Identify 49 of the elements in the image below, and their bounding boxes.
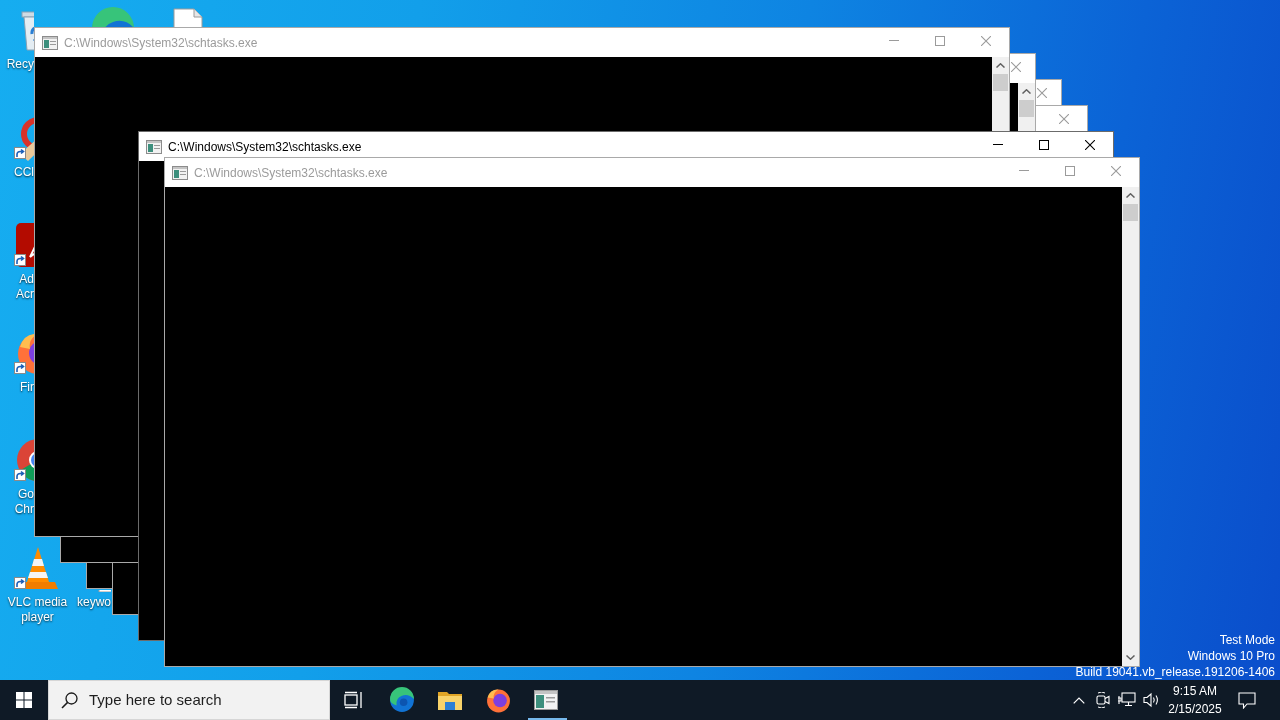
camera-icon[interactable] xyxy=(1096,692,1110,708)
desktop-icon-label[interactable]: Ad Acr xyxy=(0,272,34,303)
console-app-icon xyxy=(42,35,58,50)
scrollbar-thumb[interactable] xyxy=(993,74,1008,91)
system-notice-text: Windows 10 Pro xyxy=(1187,648,1275,664)
clock-button[interactable]: 9:15 AM 2/15/2025 xyxy=(1163,680,1227,720)
browser-icon xyxy=(389,687,415,713)
desktop-icon-label[interactable]: Go Chr xyxy=(0,487,34,518)
window-title: C:\Windows\System32\schtasks.exe xyxy=(194,165,388,180)
desktop-icon-label[interactable]: Fir xyxy=(0,379,34,395)
minimize-icon xyxy=(993,144,1003,145)
window-title: C:\Windows\System32\schtasks.exe xyxy=(64,35,258,50)
maximize-icon xyxy=(1039,139,1049,150)
network-icon[interactable] xyxy=(1118,692,1136,708)
desktop-icon-label[interactable]: VLC media player xyxy=(1,594,74,625)
minimize-icon xyxy=(889,40,899,41)
close-icon xyxy=(981,35,991,46)
close-icon xyxy=(1037,87,1047,98)
search-bar[interactable]: Type here to search xyxy=(48,680,330,720)
desktop-icon-label[interactable]: Recy xyxy=(0,57,34,72)
desktop-icon-label[interactable]: keywo xyxy=(75,594,111,610)
browser-icon xyxy=(485,687,511,713)
volume-icon[interactable] xyxy=(1142,692,1160,708)
scrollbar-thumb[interactable] xyxy=(1019,100,1034,117)
notification-icon[interactable] xyxy=(1238,691,1256,709)
close-icon xyxy=(1085,139,1095,150)
scrollbar-thumb[interactable] xyxy=(1123,204,1138,221)
console-app-icon xyxy=(172,165,188,180)
task-view-icon xyxy=(344,691,364,709)
chevron-up-icon[interactable] xyxy=(1073,696,1085,704)
system-notice-text: Test Mode xyxy=(1219,632,1275,648)
close-icon xyxy=(1059,113,1069,124)
close-icon xyxy=(1011,61,1021,72)
search-icon xyxy=(61,691,78,709)
console-app-icon xyxy=(534,690,558,710)
windows-logo-icon xyxy=(16,692,32,708)
system-notice-text: Build 19041.vb_release.191206-1406 xyxy=(1075,664,1275,680)
scrollbar[interactable] xyxy=(1018,83,1035,131)
folder-icon xyxy=(438,690,462,710)
window-title: C:\Windows\System32\schtasks.exe xyxy=(168,139,362,154)
minimize-icon xyxy=(1019,170,1029,171)
search-input[interactable]: Type here to search xyxy=(89,690,321,710)
scrollbar[interactable] xyxy=(1122,187,1139,666)
console-app-icon xyxy=(146,139,162,154)
maximize-icon xyxy=(1065,165,1075,176)
desktop-icon-label[interactable]: CCl xyxy=(0,164,34,180)
scrollbar[interactable] xyxy=(992,57,1009,131)
maximize-icon xyxy=(935,35,945,46)
close-icon xyxy=(1111,165,1121,176)
